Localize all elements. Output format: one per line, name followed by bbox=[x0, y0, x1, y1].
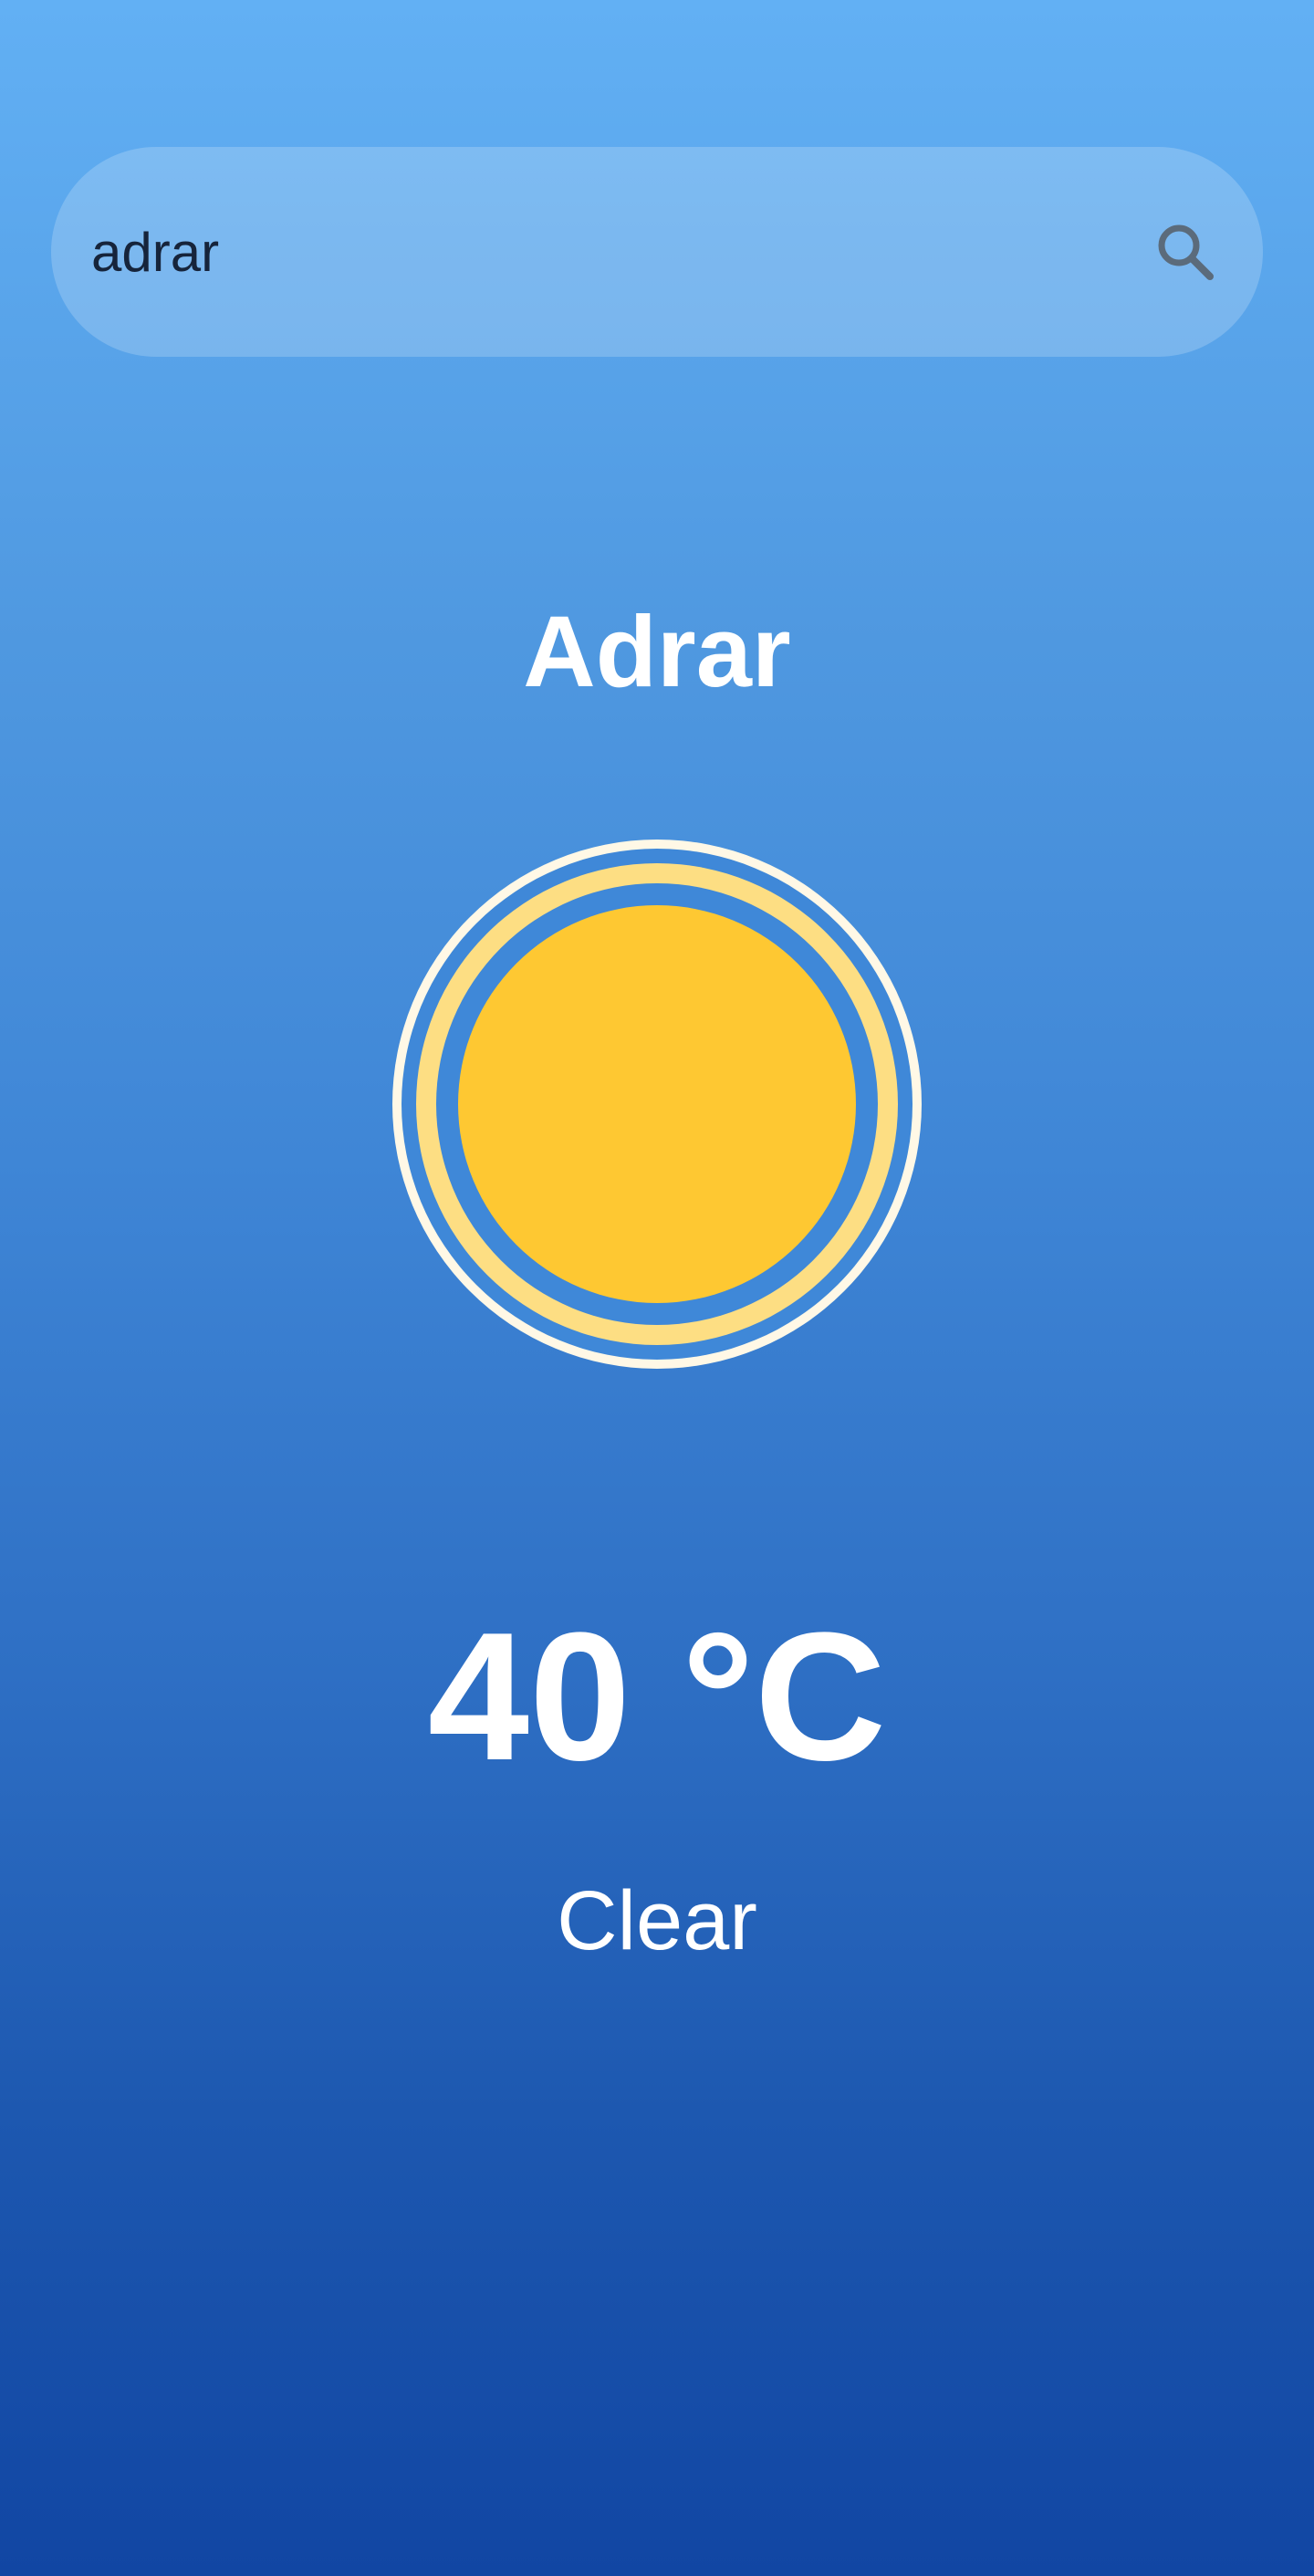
city-name: Adrar bbox=[523, 596, 791, 708]
search-icon bbox=[1158, 224, 1214, 280]
sun-icon bbox=[392, 840, 922, 1369]
search-bar bbox=[51, 147, 1263, 357]
search-button[interactable] bbox=[1144, 211, 1226, 293]
temperature: 40 °C bbox=[427, 1595, 887, 1799]
search-input[interactable] bbox=[91, 197, 1095, 307]
weather-icon bbox=[389, 836, 925, 1372]
weather-condition: Clear bbox=[557, 1874, 757, 1967]
